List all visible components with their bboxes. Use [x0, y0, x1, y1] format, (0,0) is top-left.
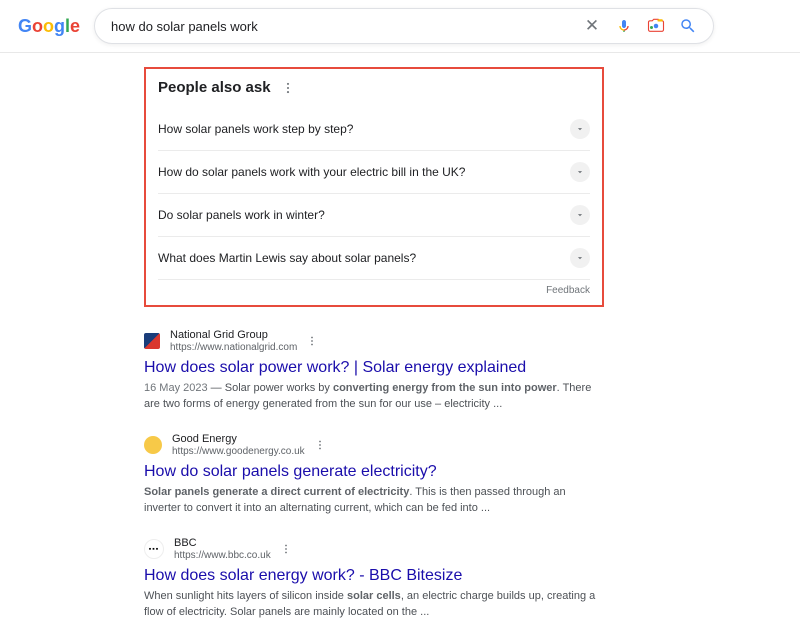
site-favicon	[144, 436, 162, 454]
paa-question[interactable]: How do solar panels work with your elect…	[158, 151, 590, 194]
paa-title: People also ask	[158, 79, 271, 96]
header: G o o g l e ✕	[0, 0, 800, 53]
logo-letter: o	[43, 16, 54, 37]
voice-search-icon[interactable]	[615, 17, 633, 35]
result-url: https://www.bbc.co.uk	[174, 550, 271, 562]
logo-letter: G	[18, 16, 32, 37]
paa-question-text: What does Martin Lewis say about solar p…	[158, 251, 416, 265]
chevron-down-icon	[570, 205, 590, 225]
result-site-info[interactable]: Good Energy https://www.goodenergy.co.uk	[172, 433, 305, 457]
search-result: National Grid Group https://www.national…	[144, 329, 604, 413]
result-site-info[interactable]: BBC https://www.bbc.co.uk	[174, 537, 271, 561]
snippet-text: When sunlight hits layers of silicon ins…	[144, 590, 347, 602]
snippet-highlight: Solar panels generate a direct current o…	[144, 486, 409, 498]
search-input[interactable]	[111, 19, 583, 34]
chevron-down-icon	[570, 248, 590, 268]
result-title-link[interactable]: How does solar power work? | Solar energ…	[144, 359, 604, 377]
result-title-link[interactable]: How do solar panels generate electricity…	[144, 463, 604, 481]
snippet-highlight: solar cells	[347, 590, 401, 602]
result-header: ▪▪▪ BBC https://www.bbc.co.uk	[144, 537, 604, 561]
result-url: https://www.goodenergy.co.uk	[172, 446, 305, 458]
result-header: National Grid Group https://www.national…	[144, 329, 604, 353]
paa-question[interactable]: What does Martin Lewis say about solar p…	[158, 237, 590, 280]
result-header: Good Energy https://www.goodenergy.co.uk	[144, 433, 604, 457]
result-title-link[interactable]: How does solar energy work? - BBC Bitesi…	[144, 567, 604, 585]
paa-question[interactable]: Do solar panels work in winter?	[158, 194, 590, 237]
site-favicon	[144, 333, 160, 349]
site-favicon: ▪▪▪	[144, 539, 164, 559]
paa-header: People also ask	[158, 79, 590, 96]
paa-question[interactable]: How solar panels work step by step?	[158, 108, 590, 151]
search-result: ▪▪▪ BBC https://www.bbc.co.uk How does s…	[144, 537, 604, 621]
more-options-icon[interactable]	[281, 81, 295, 95]
search-bar[interactable]: ✕	[94, 8, 714, 44]
logo-letter: e	[70, 16, 80, 37]
result-options-icon[interactable]	[279, 542, 293, 556]
search-bar-icons: ✕	[583, 17, 707, 35]
result-source: BBC	[174, 537, 271, 550]
snippet-text: Solar power works by	[225, 382, 333, 394]
result-url: https://www.nationalgrid.com	[170, 342, 297, 354]
result-snippet: When sunlight hits layers of silicon ins…	[144, 589, 604, 621]
clear-icon[interactable]: ✕	[583, 17, 601, 35]
search-results: People also ask How solar panels work st…	[144, 67, 604, 621]
chevron-down-icon	[570, 119, 590, 139]
search-icon[interactable]	[679, 17, 697, 35]
result-source: National Grid Group	[170, 329, 297, 342]
result-snippet: 16 May 2023 — Solar power works by conve…	[144, 381, 604, 413]
logo-letter: o	[32, 16, 43, 37]
result-snippet: Solar panels generate a direct current o…	[144, 485, 604, 517]
paa-question-text: Do solar panels work in winter?	[158, 208, 325, 222]
paa-question-text: How solar panels work step by step?	[158, 122, 353, 136]
result-date: 16 May 2023	[144, 382, 208, 394]
people-also-ask-box: People also ask How solar panels work st…	[144, 67, 604, 307]
result-site-info[interactable]: National Grid Group https://www.national…	[170, 329, 297, 353]
google-logo[interactable]: G o o g l e	[18, 16, 74, 37]
result-source: Good Energy	[172, 433, 305, 446]
result-options-icon[interactable]	[313, 438, 327, 452]
snippet-highlight: converting energy from the sun into powe…	[333, 382, 557, 394]
chevron-down-icon	[570, 162, 590, 182]
separator: —	[208, 382, 225, 394]
search-result: Good Energy https://www.goodenergy.co.uk…	[144, 433, 604, 517]
paa-question-text: How do solar panels work with your elect…	[158, 165, 465, 179]
feedback-link[interactable]: Feedback	[158, 280, 590, 301]
image-search-icon[interactable]	[647, 17, 665, 35]
result-options-icon[interactable]	[305, 334, 319, 348]
logo-letter: g	[54, 16, 65, 37]
